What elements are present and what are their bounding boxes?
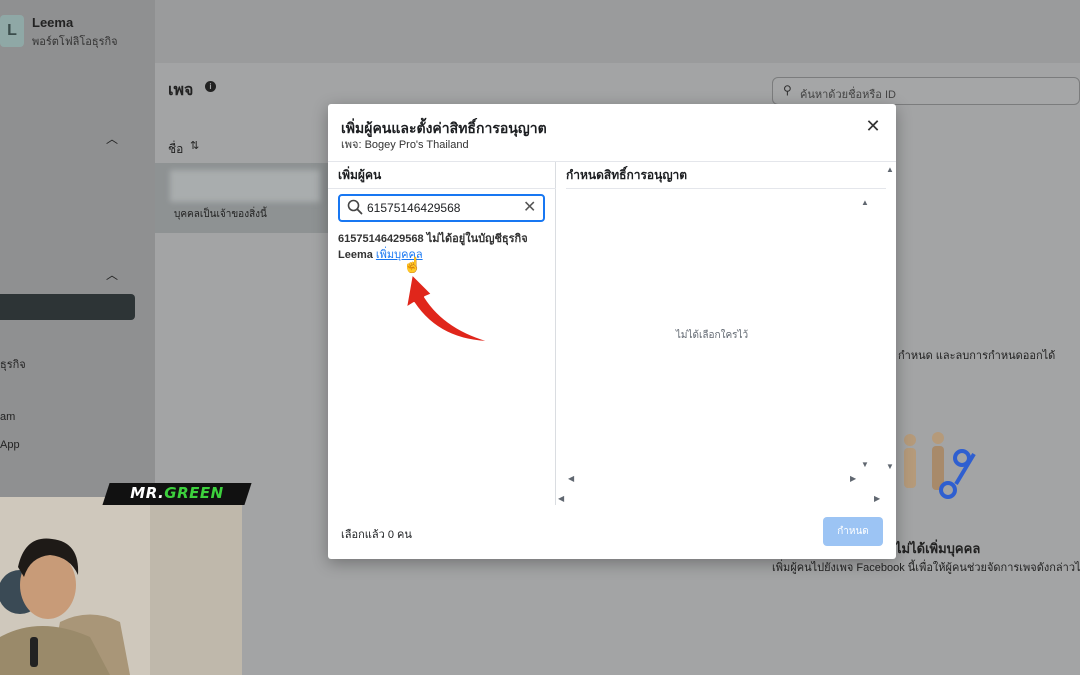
selected-count: เลือกแล้ว 0 คน — [341, 529, 412, 541]
page-title: เพจ — [168, 82, 194, 99]
scroll-down-icon[interactable]: ▼ — [861, 460, 869, 469]
add-people-dialog: เพิ่มผู้คนและตั้งค่าสิทธิ์การอนุญาต เพจ:… — [328, 104, 896, 559]
search-icon: ⚲ — [783, 83, 792, 97]
dialog-body: เพิ่มผู้คน ✕ 61575146429568 ไม่ได้อยู่ใน… — [328, 161, 896, 505]
clear-icon[interactable]: ✕ — [523, 197, 536, 219]
scroll-right-icon[interactable]: ▶ — [850, 474, 856, 483]
sort-icon[interactable]: ⇅ — [190, 139, 199, 152]
outer-scroll-down-icon[interactable]: ▼ — [886, 462, 894, 471]
permissions-pane: กำหนดสิทธิ์การอนุญาต ▲ ▲ ▼ ไม่ได้เลือกใค… — [556, 162, 896, 505]
empty-selection-text: ไม่ได้เลือกใครไว้ — [675, 330, 749, 341]
search-icon — [347, 199, 363, 215]
search-result-message: 61575146429568 ไม่ได้อยู่ในบัญชีธุรกิจ L… — [338, 231, 548, 263]
business-logo: L — [0, 15, 24, 47]
add-people-pane: เพิ่มผู้คน ✕ 61575146429568 ไม่ได้อยู่ใน… — [328, 162, 556, 505]
scroll-up-icon[interactable]: ▲ — [861, 198, 869, 207]
people-search-field[interactable]: ✕ — [338, 194, 545, 222]
chevron-up-icon[interactable]: ︿ — [106, 266, 118, 283]
assign-button[interactable]: กำหนด — [823, 517, 883, 546]
empty-state-subtitle: เพิ่มผู้คนไปยังเพจ Facebook นี้เพื่อให้ผ… — [772, 562, 1080, 574]
empty-state-title: ไม่ได้เพิ่มบุคคล — [895, 541, 981, 556]
name-column-header[interactable]: ชื่อ — [168, 140, 183, 159]
outer-scroll-up-icon[interactable]: ▲ — [886, 165, 894, 174]
dialog-subtitle: เพจ: Bogey Pro's Thailand — [341, 139, 469, 151]
webcam-overlay — [0, 497, 242, 675]
assign-hint-text: กำหนด และลบการกำหนดออกได้ — [898, 350, 1056, 362]
outer-scroll-left-icon[interactable]: ◀ — [558, 494, 564, 503]
people-illustration-icon — [904, 432, 976, 499]
sidebar-item-label[interactable]: am — [0, 411, 15, 423]
scroll-left-icon[interactable]: ◀ — [568, 474, 574, 483]
business-name: Leema — [32, 15, 74, 30]
brand-badge: MR.GREEN — [130, 484, 224, 502]
chevron-up-icon[interactable]: ︿ — [106, 130, 118, 147]
presenter-image — [0, 497, 242, 675]
outer-scroll-right-icon[interactable]: ▶ — [874, 494, 880, 503]
blurred-name — [170, 170, 320, 202]
sidebar-item-label[interactable]: ธุรกิจ — [0, 355, 26, 373]
result-message-text: 61575146429568 ไม่ได้อยู่ในบัญชีธุรกิจ L… — [338, 233, 528, 261]
dialog-footer: เลือกแล้ว 0 คน กำหนด — [328, 504, 896, 559]
add-people-header: เพิ่มผู้คน — [328, 162, 556, 189]
owner-label: บุคคลเป็นเจ้าของสิ่งนี้ — [174, 209, 267, 220]
red-arrow-annotation-icon — [405, 273, 494, 343]
business-subtitle: พอร์ตโฟลิโอธุรกิจ — [32, 36, 118, 48]
permissions-header: กำหนดสิทธิ์การอนุญาต — [566, 162, 886, 189]
people-search-input[interactable] — [367, 200, 517, 216]
search-placeholder: ค้นหาด้วยชื่อหรือ ID — [800, 89, 896, 101]
sidebar-item-active[interactable] — [0, 294, 135, 320]
sidebar-item-label[interactable]: App — [0, 439, 20, 451]
info-icon[interactable]: i — [205, 81, 216, 92]
horizontal-scrollbar[interactable]: ◀ ▶ — [556, 474, 874, 488]
close-icon[interactable]: ✕ — [863, 116, 883, 136]
